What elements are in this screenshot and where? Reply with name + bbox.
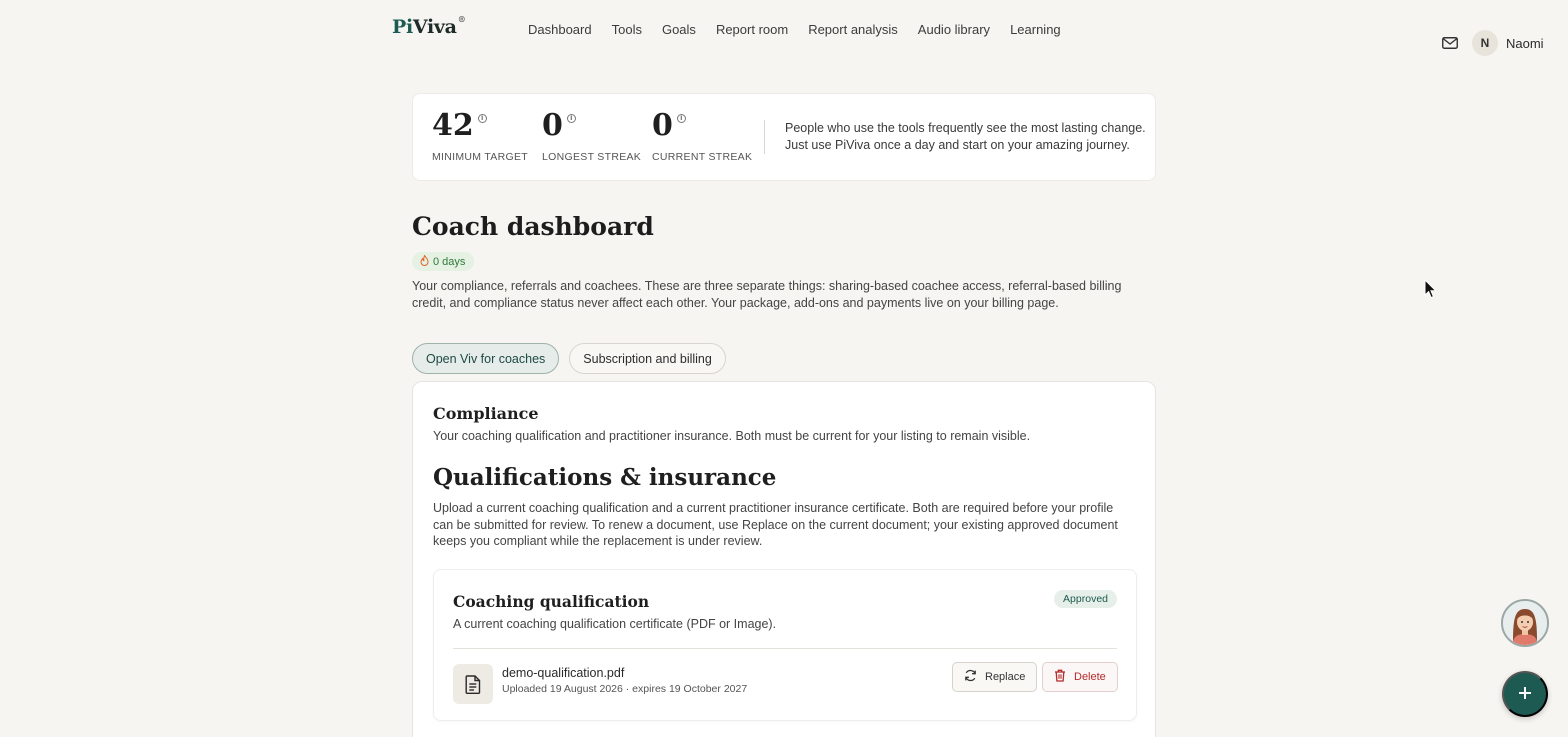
divider: [453, 648, 1117, 649]
avatar[interactable]: N: [1472, 30, 1498, 56]
document-icon: [453, 664, 493, 704]
status-badge: Approved: [1054, 590, 1117, 608]
logo-rest: Viva: [412, 16, 457, 38]
flame-icon: [420, 253, 429, 269]
info-icon[interactable]: i: [676, 114, 686, 123]
nav-dashboard[interactable]: Dashboard: [528, 22, 592, 37]
qualifications-description: Upload a current coaching qualification …: [433, 501, 1118, 548]
nav-tools[interactable]: Tools: [612, 22, 642, 37]
delete-label: Delete: [1074, 671, 1106, 683]
mail-icon[interactable]: [1440, 33, 1460, 53]
open-viv-button[interactable]: Open Viv for coaches: [412, 343, 560, 374]
message-line: Just use PiViva once a day and start on …: [785, 138, 1130, 152]
qualification-title: Coaching qualification: [453, 592, 650, 611]
streak-badge-label: 0 days: [433, 255, 466, 268]
add-button[interactable]: [1502, 671, 1548, 717]
stat-label: CURRENT STREAK: [652, 151, 753, 163]
piviva-logo[interactable]: PiViva®: [392, 13, 466, 38]
compliance-panel: Compliance Your coaching qualification a…: [412, 381, 1156, 737]
compliance-description: Your coaching qualification and practiti…: [433, 429, 1031, 443]
refresh-icon: [964, 669, 977, 685]
page-intro: Your compliance, referrals and coachees.…: [412, 279, 1122, 310]
page-title: Coach dashboard: [412, 212, 654, 241]
subscription-billing-button[interactable]: Subscription and billing: [569, 343, 726, 374]
main-nav: Dashboard Tools Goals Report room Report…: [528, 22, 1061, 37]
compliance-title: Compliance: [433, 404, 539, 423]
replace-button[interactable]: Replace: [952, 662, 1038, 692]
stat-value: 0: [652, 108, 673, 143]
trash-icon: [1054, 669, 1066, 685]
nav-report-room[interactable]: Report room: [716, 22, 788, 37]
stat-minimum-target: 42 i MINIMUM TARGET: [432, 108, 542, 164]
stat-current-streak: 0i CURRENT STREAK: [652, 108, 762, 164]
coaching-qualification-card: Coaching qualification Approved A curren…: [433, 569, 1137, 721]
mouse-cursor-icon: [1424, 278, 1438, 304]
nav-audio-library[interactable]: Audio library: [918, 22, 990, 37]
info-icon[interactable]: i: [477, 114, 487, 123]
streak-stats-card: 42 i MINIMUM TARGET 0i LONGEST STREAK 0i …: [412, 93, 1156, 181]
stat-value: 0: [542, 108, 563, 143]
message-line: People who use the tools frequently see …: [785, 121, 1146, 135]
info-icon[interactable]: i: [566, 114, 576, 123]
divider: [764, 120, 765, 154]
qualifications-title: Qualifications & insurance: [433, 464, 777, 491]
stat-longest-streak: 0i LONGEST STREAK: [542, 108, 652, 164]
logo-accent: Pi: [392, 16, 413, 38]
file-meta: Uploaded 19 August 2026 · expires 19 Oct…: [502, 683, 748, 695]
nav-learning[interactable]: Learning: [1010, 22, 1061, 37]
delete-button[interactable]: Delete: [1042, 662, 1118, 692]
nav-report-analysis[interactable]: Report analysis: [808, 22, 898, 37]
stat-label: LONGEST STREAK: [542, 151, 642, 163]
stat-label: MINIMUM TARGET: [432, 151, 528, 163]
streak-badge: 0 days: [412, 252, 475, 271]
dashboard-actions: Open Viv for coaches Subscription and bi…: [412, 343, 726, 374]
nav-goals[interactable]: Goals: [662, 22, 696, 37]
qualification-description: A current coaching qualification certifi…: [453, 617, 777, 631]
assistant-avatar[interactable]: [1501, 599, 1549, 647]
logo-mark: ®: [457, 13, 466, 24]
user-menu: N Naomi: [1440, 30, 1544, 56]
user-name[interactable]: Naomi: [1506, 36, 1544, 51]
stat-value: 42: [432, 108, 474, 143]
file-name[interactable]: demo-qualification.pdf: [502, 666, 624, 680]
motivation-message: People who use the tools frequently see …: [785, 120, 1146, 154]
replace-label: Replace: [985, 671, 1026, 683]
plus-icon: [1517, 685, 1533, 704]
